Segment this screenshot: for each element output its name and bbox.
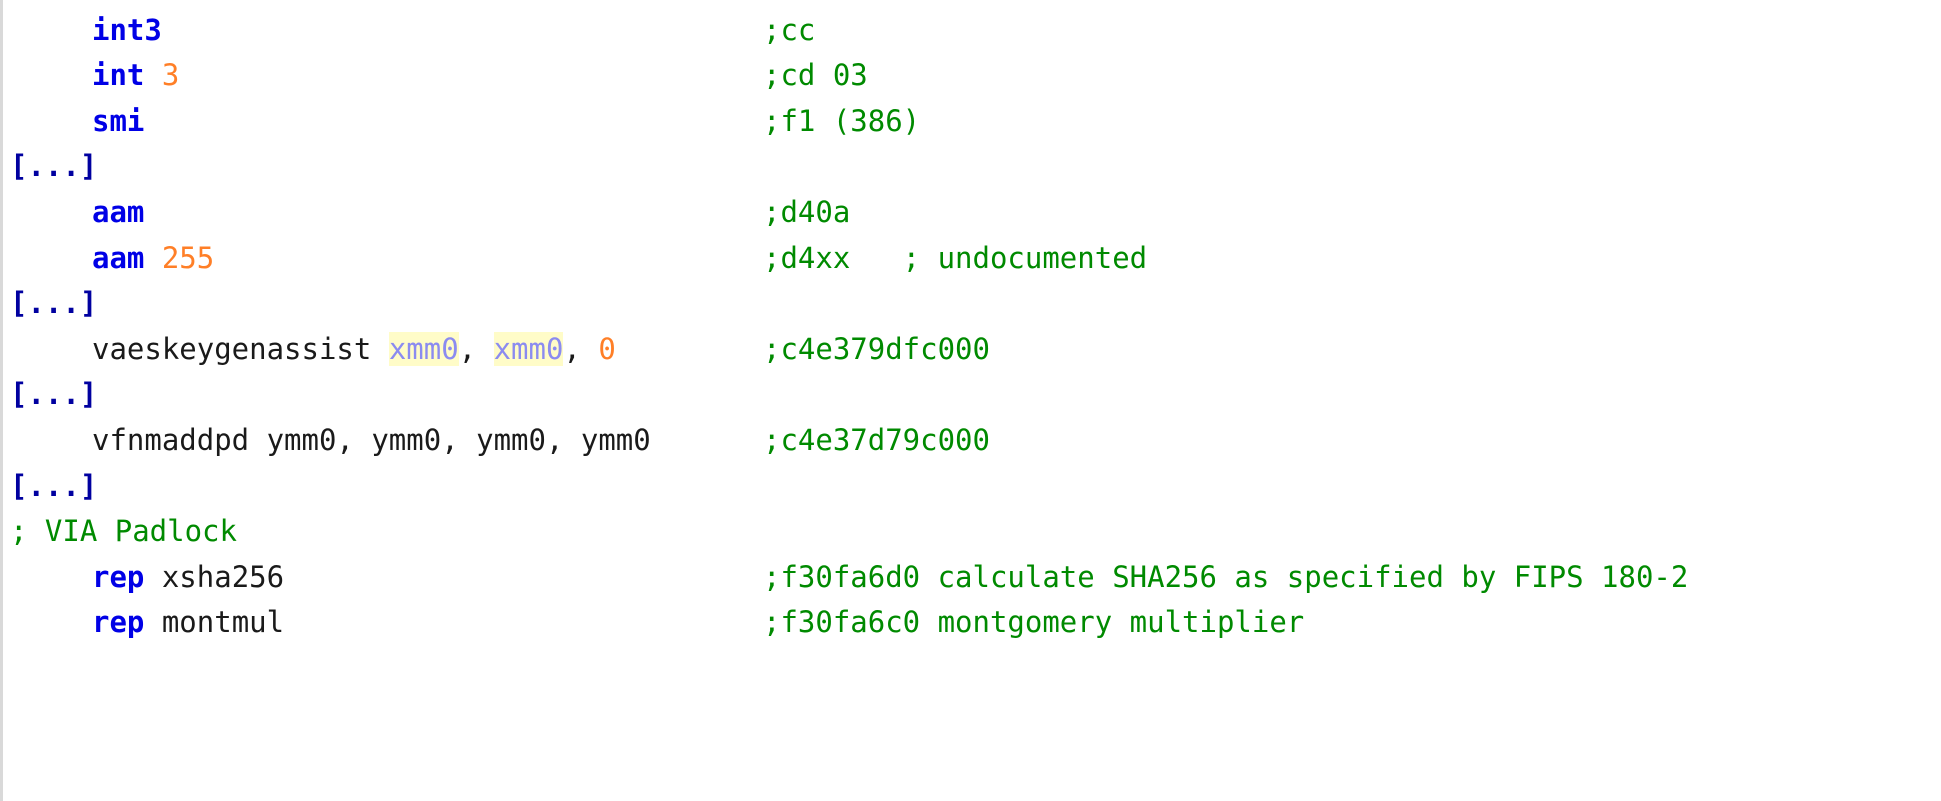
mnemonic: smi bbox=[92, 104, 145, 138]
line-comment: ;c4e37d79c000 bbox=[763, 423, 990, 457]
mnemonic: int3 bbox=[92, 13, 162, 47]
mnemonic: vaeskeygenassist bbox=[92, 332, 389, 366]
line-comment: ;c4e379dfc000 bbox=[763, 332, 990, 366]
operand-number: 255 bbox=[144, 241, 215, 275]
highlighted-register[interactable]: xmm0 bbox=[388, 332, 459, 366]
code-line[interactable]: rep montmul ;f30fa6c0 montgomery multipl… bbox=[0, 594, 1304, 650]
instruction-text: vfnmaddpd ymm0, ymm0, ymm0, ymm0 bbox=[92, 423, 669, 457]
operand-number: 0 bbox=[598, 332, 616, 366]
mnemonic: int bbox=[92, 58, 145, 92]
mnemonic: aam bbox=[92, 241, 145, 275]
operand-number: 3 bbox=[144, 58, 180, 92]
line-comment: ;f1 (386) bbox=[763, 104, 921, 138]
operand-separator: , bbox=[563, 332, 599, 366]
code-editor[interactable]: int3 ;cc int 3 ;cd 03 smi ;f1 (386) [...… bbox=[0, 0, 1941, 801]
mnemonic: aam bbox=[92, 195, 145, 229]
operand-separator: , bbox=[458, 332, 494, 366]
prefix-keyword: rep bbox=[92, 560, 145, 594]
line-comment: ;f30fa6c0 montgomery multiplier bbox=[763, 605, 1305, 639]
mnemonic: montmul bbox=[144, 605, 285, 639]
mnemonic: xsha256 bbox=[144, 560, 285, 594]
line-comment: ;d4xx ; undocumented bbox=[763, 241, 1148, 275]
prefix-keyword: rep bbox=[92, 605, 145, 639]
highlighted-register[interactable]: xmm0 bbox=[493, 332, 564, 366]
